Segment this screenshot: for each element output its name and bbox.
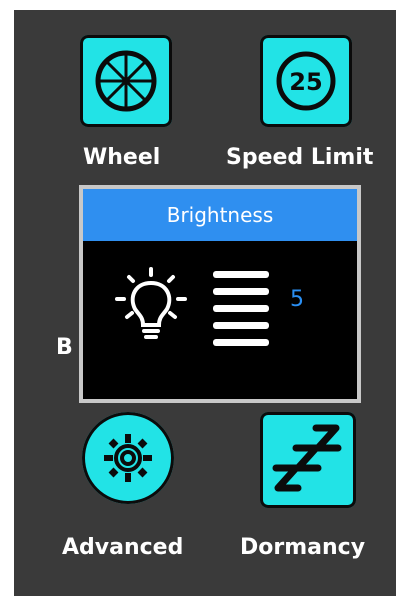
hidden-menu-label: B	[56, 335, 73, 360]
speed-limit-icon: 25	[273, 48, 339, 114]
level-bar	[213, 271, 269, 278]
dormancy-tile[interactable]	[260, 412, 356, 508]
level-bar	[213, 339, 269, 346]
level-bar	[213, 322, 269, 329]
advanced-label: Advanced	[62, 535, 184, 560]
brightness-level-bars[interactable]	[213, 271, 269, 356]
light-bulb-icon	[113, 267, 189, 353]
brightness-dialog: Brightness 5	[79, 185, 361, 403]
level-bar	[213, 305, 269, 312]
wheel-icon	[93, 48, 159, 114]
wheel-label: Wheel	[83, 145, 161, 170]
brightness-level-value: 5	[290, 287, 304, 312]
speed-limit-tile[interactable]: 25	[260, 35, 352, 127]
svg-text:25: 25	[289, 68, 322, 96]
wheel-tile[interactable]	[80, 35, 172, 127]
dormancy-label: Dormancy	[240, 535, 366, 560]
advanced-tile[interactable]	[82, 412, 174, 504]
gear-icon	[100, 430, 156, 486]
dialog-header: Brightness	[83, 189, 357, 241]
speed-limit-label: Speed Limit	[226, 145, 374, 170]
sleep-zzz-icon	[266, 418, 350, 502]
dialog-title: Brightness	[166, 203, 274, 227]
level-bar	[213, 288, 269, 295]
